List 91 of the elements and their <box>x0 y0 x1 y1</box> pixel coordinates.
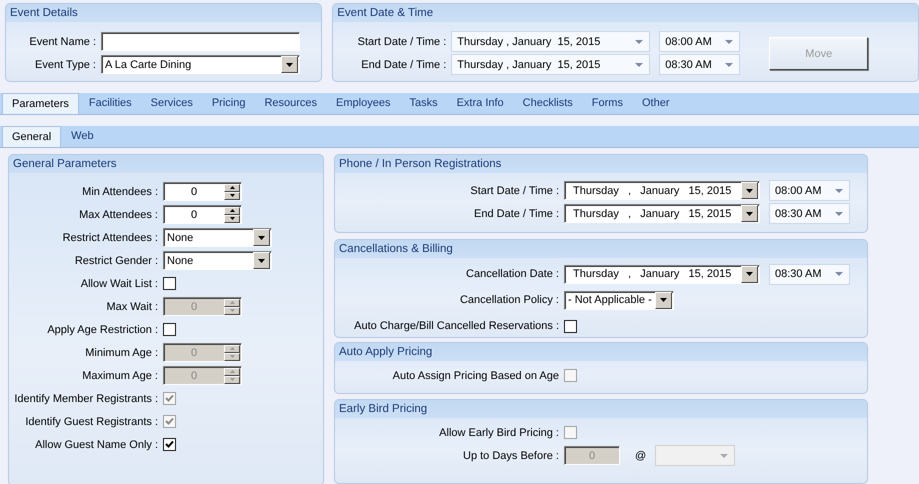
caret-icon <box>635 40 644 44</box>
caret-icon <box>835 188 843 192</box>
dropdown[interactable]: None <box>163 251 272 270</box>
group-title: Cancellations & Billing <box>335 240 867 258</box>
down-arrow-icon <box>230 355 234 358</box>
group-title: Event Details <box>6 4 322 22</box>
time-picker[interactable]: 08:30 AM <box>659 54 740 75</box>
field-label: Allow Guest Name Only : <box>35 438 158 450</box>
down-arrow-icon <box>230 217 234 220</box>
time-picker[interactable]: 08:30 AM <box>769 264 850 284</box>
caret-icon <box>746 272 753 276</box>
field-label: Event Name : <box>29 36 96 48</box>
tab[interactable]: Services <box>142 93 202 114</box>
caret-icon <box>725 40 734 44</box>
date-picker[interactable]: Thursday , January 15, 2015 <box>564 204 760 223</box>
down-arrow-icon <box>230 309 234 312</box>
field-label: Max Attendees : <box>79 208 158 220</box>
field-label: Max Wait : <box>106 300 158 312</box>
field-label: Up to Days Before : <box>463 450 559 462</box>
checkbox[interactable] <box>564 320 577 332</box>
tab[interactable]: Web <box>62 126 103 147</box>
up-arrow-icon <box>230 347 234 350</box>
caret-icon <box>835 272 843 276</box>
field-label: Restrict Attendees : <box>62 232 158 244</box>
caret-icon <box>635 62 644 66</box>
caret-icon <box>258 258 265 262</box>
tab[interactable]: Forms <box>582 93 632 114</box>
field-label: End Date / Time : <box>474 208 559 220</box>
time-picker[interactable]: 08:00 AM <box>769 180 850 201</box>
time-picker[interactable]: 08:00 AM <box>659 31 740 52</box>
caret-icon <box>286 62 293 66</box>
field-label: Identify Member Registrants : <box>14 392 158 404</box>
dropdown[interactable]: - Not Applicable - <box>564 290 674 310</box>
time-picker[interactable]: 08:30 AM <box>769 203 850 224</box>
at-symbol: @ <box>634 450 648 462</box>
down-arrow-icon <box>230 378 234 381</box>
checkbox[interactable] <box>163 277 176 290</box>
field-label: Start Date / Time : <box>358 36 446 48</box>
field-label: Identify Guest Registrants : <box>25 416 158 428</box>
up-arrow-icon <box>230 301 234 304</box>
tab[interactable]: Extra Info <box>448 93 513 114</box>
spinner-field[interactable]: 0 <box>163 205 242 224</box>
field-label: Auto Assign Pricing Based on Age <box>392 370 559 382</box>
input-field[interactable] <box>101 32 300 51</box>
field-label: Min Attendees : <box>82 186 158 198</box>
field-label: Restrict Gender : <box>74 254 158 266</box>
date-picker[interactable]: Thursday , January 15, 2015 <box>451 54 650 75</box>
up-arrow-icon <box>230 186 234 189</box>
checkbox[interactable] <box>163 323 176 336</box>
tab[interactable]: General <box>2 126 62 147</box>
checkbox[interactable] <box>163 438 176 451</box>
caret-icon <box>660 298 667 302</box>
tab[interactable]: Tasks <box>400 93 447 114</box>
caret-icon <box>725 62 734 66</box>
tab[interactable]: Pricing <box>202 93 254 114</box>
group-title: Phone / In Person Registrations <box>335 155 867 173</box>
field-label: Allow Early Bird Pricing : <box>439 426 559 438</box>
field-label: Start Date / Time : <box>470 184 559 196</box>
date-picker[interactable]: Thursday , January 15, 2015 <box>564 181 760 200</box>
field-label: Maximum Age : <box>82 370 158 382</box>
field-label: End Date / Time : <box>361 58 446 70</box>
field-label: Apply Age Restriction : <box>47 324 158 336</box>
spinner-field[interactable]: 0 <box>163 182 242 201</box>
date-picker[interactable]: Thursday , January 15, 2015 <box>451 31 650 52</box>
group-title: Auto Apply Pricing <box>335 343 867 361</box>
tab[interactable]: Parameters <box>2 93 79 114</box>
group-title: Event Date & Time <box>333 4 918 22</box>
down-arrow-icon <box>230 194 234 197</box>
caret-icon <box>746 212 753 216</box>
dropdown[interactable]: A La Carte Dining <box>101 55 300 74</box>
date-picker[interactable]: Thursday , January 15, 2015 <box>564 264 760 284</box>
tab[interactable]: Other <box>632 93 678 114</box>
field-label: Cancellation Date : <box>466 268 559 280</box>
field-label: Minimum Age : <box>85 346 158 358</box>
caret-icon <box>720 454 728 458</box>
group-title: Early Bird Pricing <box>335 400 867 418</box>
caret-icon <box>258 236 265 240</box>
field-label: Auto Charge/Bill Cancelled Reservations : <box>354 320 559 332</box>
tab[interactable]: Facilities <box>80 93 141 114</box>
caret-icon <box>835 212 843 216</box>
tab[interactable]: Checklists <box>514 93 582 114</box>
field-label: Event Type : <box>35 58 96 70</box>
up-arrow-icon <box>230 209 234 212</box>
tab[interactable]: Resources <box>255 93 326 114</box>
field-label: Cancellation Policy : <box>460 294 559 306</box>
field-label: Allow Wait List : <box>80 278 158 290</box>
group-title: General Parameters <box>9 155 323 173</box>
dropdown[interactable]: None <box>163 228 272 247</box>
up-arrow-icon <box>230 370 234 373</box>
caret-icon <box>746 188 753 192</box>
tab[interactable]: Employees <box>327 93 400 114</box>
